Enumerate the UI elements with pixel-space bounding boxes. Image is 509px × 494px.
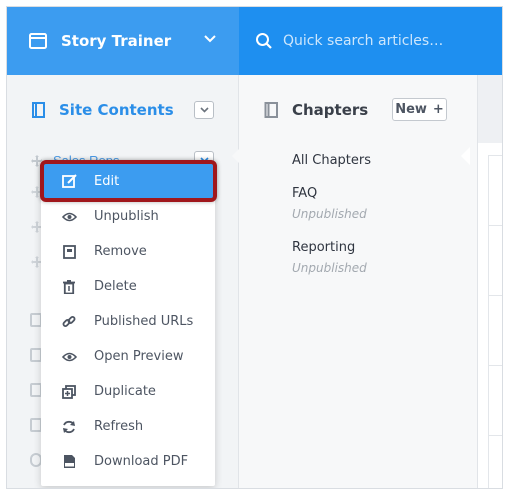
site-title: Story Trainer (61, 32, 172, 50)
eye-icon (61, 349, 77, 365)
chevron-down-icon[interactable] (203, 32, 217, 46)
articles-header (478, 75, 502, 143)
chevron-down-icon (199, 107, 209, 113)
chapter-status: Unpublished (292, 261, 367, 275)
selection-pointer (232, 147, 241, 165)
chapter-item-faq[interactable]: FAQ (292, 186, 317, 201)
menu-item-delete[interactable]: Delete (41, 269, 215, 304)
highlight-annotation (40, 160, 217, 202)
menu-item-label: Download PDF (94, 454, 189, 469)
site-contents-title: Site Contents (59, 101, 174, 119)
menu-item-label: Remove (94, 244, 147, 259)
top-bar: Story Trainer (7, 7, 502, 75)
divider (488, 155, 489, 488)
divider (488, 225, 502, 226)
chapters-header: Chapters (264, 101, 368, 119)
refresh-icon (61, 419, 77, 435)
menu-item-refresh[interactable]: Refresh (41, 409, 215, 444)
chapters-panel: Chapters New + All Chapters FAQ Unpublis… (239, 75, 478, 488)
search-icon (256, 33, 272, 49)
menu-item-label: Delete (94, 279, 137, 294)
eye-icon (61, 209, 77, 225)
site-icon (29, 33, 47, 49)
menu-item-download-pdf[interactable]: Download PDF (41, 444, 215, 479)
category-options-menu: Edit Unpublish Remove Delete Published U… (41, 161, 215, 486)
divider (488, 295, 502, 296)
chapter-item-reporting[interactable]: Reporting (292, 240, 355, 255)
menu-item-open-preview[interactable]: Open Preview (41, 339, 215, 374)
search-input[interactable] (283, 33, 483, 49)
link-icon (61, 314, 77, 330)
menu-item-published-urls[interactable]: Published URLs (41, 304, 215, 339)
plus-icon: + (432, 102, 444, 117)
menu-item-remove[interactable]: Remove (41, 234, 215, 269)
articles-panel (478, 75, 502, 488)
book-icon (32, 102, 45, 118)
divider (488, 155, 502, 156)
menu-item-label: Unpublish (94, 209, 159, 224)
selection-pointer (461, 147, 470, 165)
new-chapter-button[interactable]: New + (392, 98, 447, 121)
site-switcher[interactable]: Story Trainer (7, 7, 239, 75)
pdf-icon (61, 454, 77, 470)
app-window: Story Trainer Site Contents (6, 6, 503, 489)
duplicate-icon (61, 384, 77, 400)
site-contents-dropdown[interactable] (194, 101, 214, 119)
menu-item-label: Duplicate (94, 384, 156, 399)
book-icon (264, 102, 278, 118)
new-button-label: New (395, 102, 427, 117)
menu-item-label: Refresh (94, 419, 144, 434)
remove-icon (61, 244, 77, 260)
search-bar (239, 7, 502, 75)
chapter-status: Unpublished (292, 207, 367, 221)
trash-icon (61, 279, 77, 295)
menu-item-label: Open Preview (94, 349, 184, 364)
menu-item-duplicate[interactable]: Duplicate (41, 374, 215, 409)
chapter-item-all[interactable]: All Chapters (292, 153, 371, 168)
divider (488, 365, 502, 366)
chapters-title: Chapters (292, 101, 369, 119)
divider (488, 435, 502, 436)
menu-item-label: Published URLs (94, 314, 194, 329)
menu-item-unpublish[interactable]: Unpublish (41, 199, 215, 234)
site-contents-header[interactable]: Site Contents (31, 101, 174, 119)
